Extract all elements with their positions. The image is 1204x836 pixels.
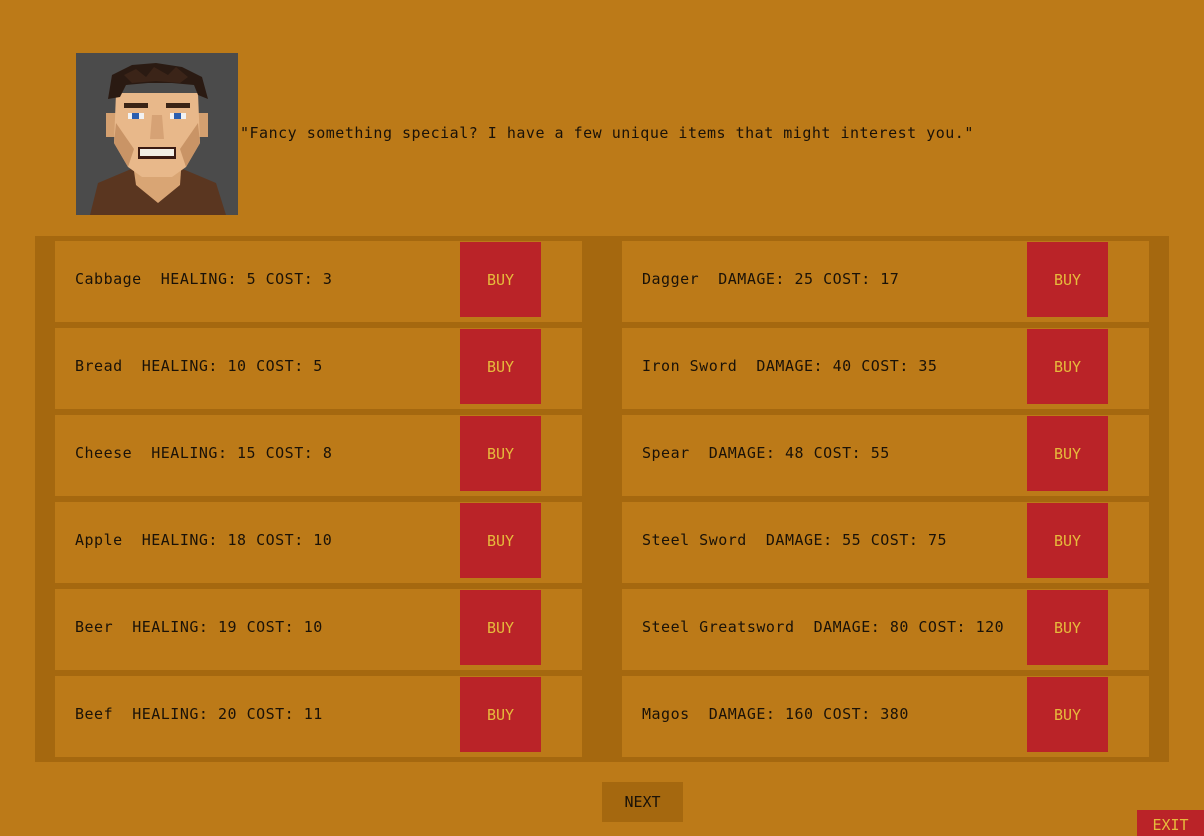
shop-item-row: Steel Sword DAMAGE: 55 COST: 75 BUY (622, 502, 1149, 583)
item-label: Cheese HEALING: 15 COST: 8 (75, 444, 333, 462)
merchant-portrait (76, 53, 238, 215)
shop-item-row: Cabbage HEALING: 5 COST: 3 BUY (55, 241, 582, 322)
merchant-face-icon (76, 53, 238, 215)
buy-button[interactable]: BUY (1027, 677, 1108, 752)
shop-item-row: Apple HEALING: 18 COST: 10 BUY (55, 502, 582, 583)
buy-button[interactable]: BUY (1027, 329, 1108, 404)
shop-panel: Cabbage HEALING: 5 COST: 3 BUY Bread HEA… (35, 236, 1169, 762)
item-label: Apple HEALING: 18 COST: 10 (75, 531, 333, 549)
merchant-dialogue: "Fancy something special? I have a few u… (240, 124, 974, 142)
shop-item-row: Cheese HEALING: 15 COST: 8 BUY (55, 415, 582, 496)
buy-button[interactable]: BUY (460, 503, 541, 578)
next-button[interactable]: NEXT (602, 782, 683, 822)
buy-button[interactable]: BUY (1027, 416, 1108, 491)
buy-button[interactable]: BUY (460, 416, 541, 491)
item-label: Dagger DAMAGE: 25 COST: 17 (642, 270, 900, 288)
buy-button[interactable]: BUY (1027, 503, 1108, 578)
shop-item-row: Iron Sword DAMAGE: 40 COST: 35 BUY (622, 328, 1149, 409)
buy-button[interactable]: BUY (460, 590, 541, 665)
buy-button[interactable]: BUY (460, 329, 541, 404)
exit-button[interactable]: EXIT (1137, 810, 1204, 836)
item-label: Iron Sword DAMAGE: 40 COST: 35 (642, 357, 938, 375)
item-label: Beef HEALING: 20 COST: 11 (75, 705, 323, 723)
item-label: Cabbage HEALING: 5 COST: 3 (75, 270, 333, 288)
buy-button[interactable]: BUY (1027, 590, 1108, 665)
shop-item-row: Spear DAMAGE: 48 COST: 55 BUY (622, 415, 1149, 496)
shop-item-row: Steel Greatsword DAMAGE: 80 COST: 120 BU… (622, 589, 1149, 670)
item-label: Magos DAMAGE: 160 COST: 380 (642, 705, 909, 723)
shop-item-row: Beer HEALING: 19 COST: 10 BUY (55, 589, 582, 670)
shop-item-row: Beef HEALING: 20 COST: 11 BUY (55, 676, 582, 757)
item-label: Bread HEALING: 10 COST: 5 (75, 357, 323, 375)
item-label: Spear DAMAGE: 48 COST: 55 (642, 444, 890, 462)
item-label: Beer HEALING: 19 COST: 10 (75, 618, 323, 636)
item-label: Steel Sword DAMAGE: 55 COST: 75 (642, 531, 947, 549)
buy-button[interactable]: BUY (460, 677, 541, 752)
buy-button[interactable]: BUY (1027, 242, 1108, 317)
item-label: Steel Greatsword DAMAGE: 80 COST: 120 (642, 618, 1005, 636)
shop-item-row: Dagger DAMAGE: 25 COST: 17 BUY (622, 241, 1149, 322)
shop-item-row: Magos DAMAGE: 160 COST: 380 BUY (622, 676, 1149, 757)
exit-label: EXIT (1152, 816, 1189, 834)
shop-item-row: Bread HEALING: 10 COST: 5 BUY (55, 328, 582, 409)
buy-button[interactable]: BUY (460, 242, 541, 317)
